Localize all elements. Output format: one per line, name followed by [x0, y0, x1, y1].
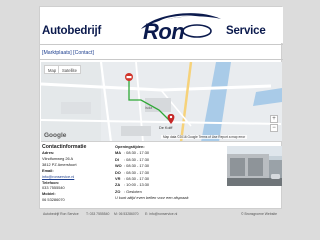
garage-photo: [227, 146, 282, 186]
nav-menu: [Marktplaats] [Contact]: [40, 44, 283, 60]
footer-brand: Autobedrijf Ron Service: [43, 212, 79, 216]
zoom-in-button[interactable]: +: [270, 115, 278, 123]
info-section: Contactinformatie Adres: Vlindfumweg 26 …: [41, 144, 282, 208]
footer-phone: T: 033 7555540: [86, 212, 110, 216]
map-tab-satellite[interactable]: Satellite: [58, 65, 81, 74]
menu-bracket-close: ]: [92, 50, 94, 56]
mobile-value: 06 53286070: [42, 197, 65, 203]
footer-email[interactable]: E: info@ronservice.nl: [145, 212, 177, 216]
opening-hours: Openingstijden: MA: 08:30 - 17:30 DI: 08…: [115, 144, 225, 202]
map-canvas[interactable]: [41, 62, 282, 142]
zoom-out-button[interactable]: −: [270, 124, 278, 132]
logo-text-right: Service: [226, 25, 266, 37]
site-header: Autobedrijf Ron Service: [40, 7, 283, 44]
logo-text-left: Autobedrijf: [42, 25, 102, 37]
map-street-label: Isola: [145, 106, 153, 110]
menu-link-marktplaats[interactable]: Marktplaats: [43, 50, 70, 56]
menu-link-contact[interactable]: Contact: [75, 50, 93, 56]
google-logo: Google: [44, 132, 67, 139]
map-place-label: De Kolff: [159, 126, 173, 130]
logo-brand-text: Ron: [143, 19, 185, 44]
hours-note: U kunt altijd even bellen voor een afspr…: [115, 195, 189, 201]
footer-credit[interactable]: © Bronsgroene Website: [241, 212, 277, 216]
map-attribution[interactable]: Map data ©2016 Google Terms of Use Repor…: [161, 135, 248, 139]
page-container: Autobedrijf Ron Service [Marktplaats] [C…: [39, 6, 283, 209]
contact-block: Contactinformatie Adres: Vlindfumweg 26 …: [42, 144, 94, 203]
start-marker-icon: [125, 73, 133, 81]
footer-mobile: M: 06 53286070: [114, 212, 139, 216]
site-footer: Autobedrijf Ron Service T: 033 7555540 M…: [39, 208, 282, 220]
google-map[interactable]: Map Satellite De Kolff Isola Google + − …: [41, 62, 282, 142]
